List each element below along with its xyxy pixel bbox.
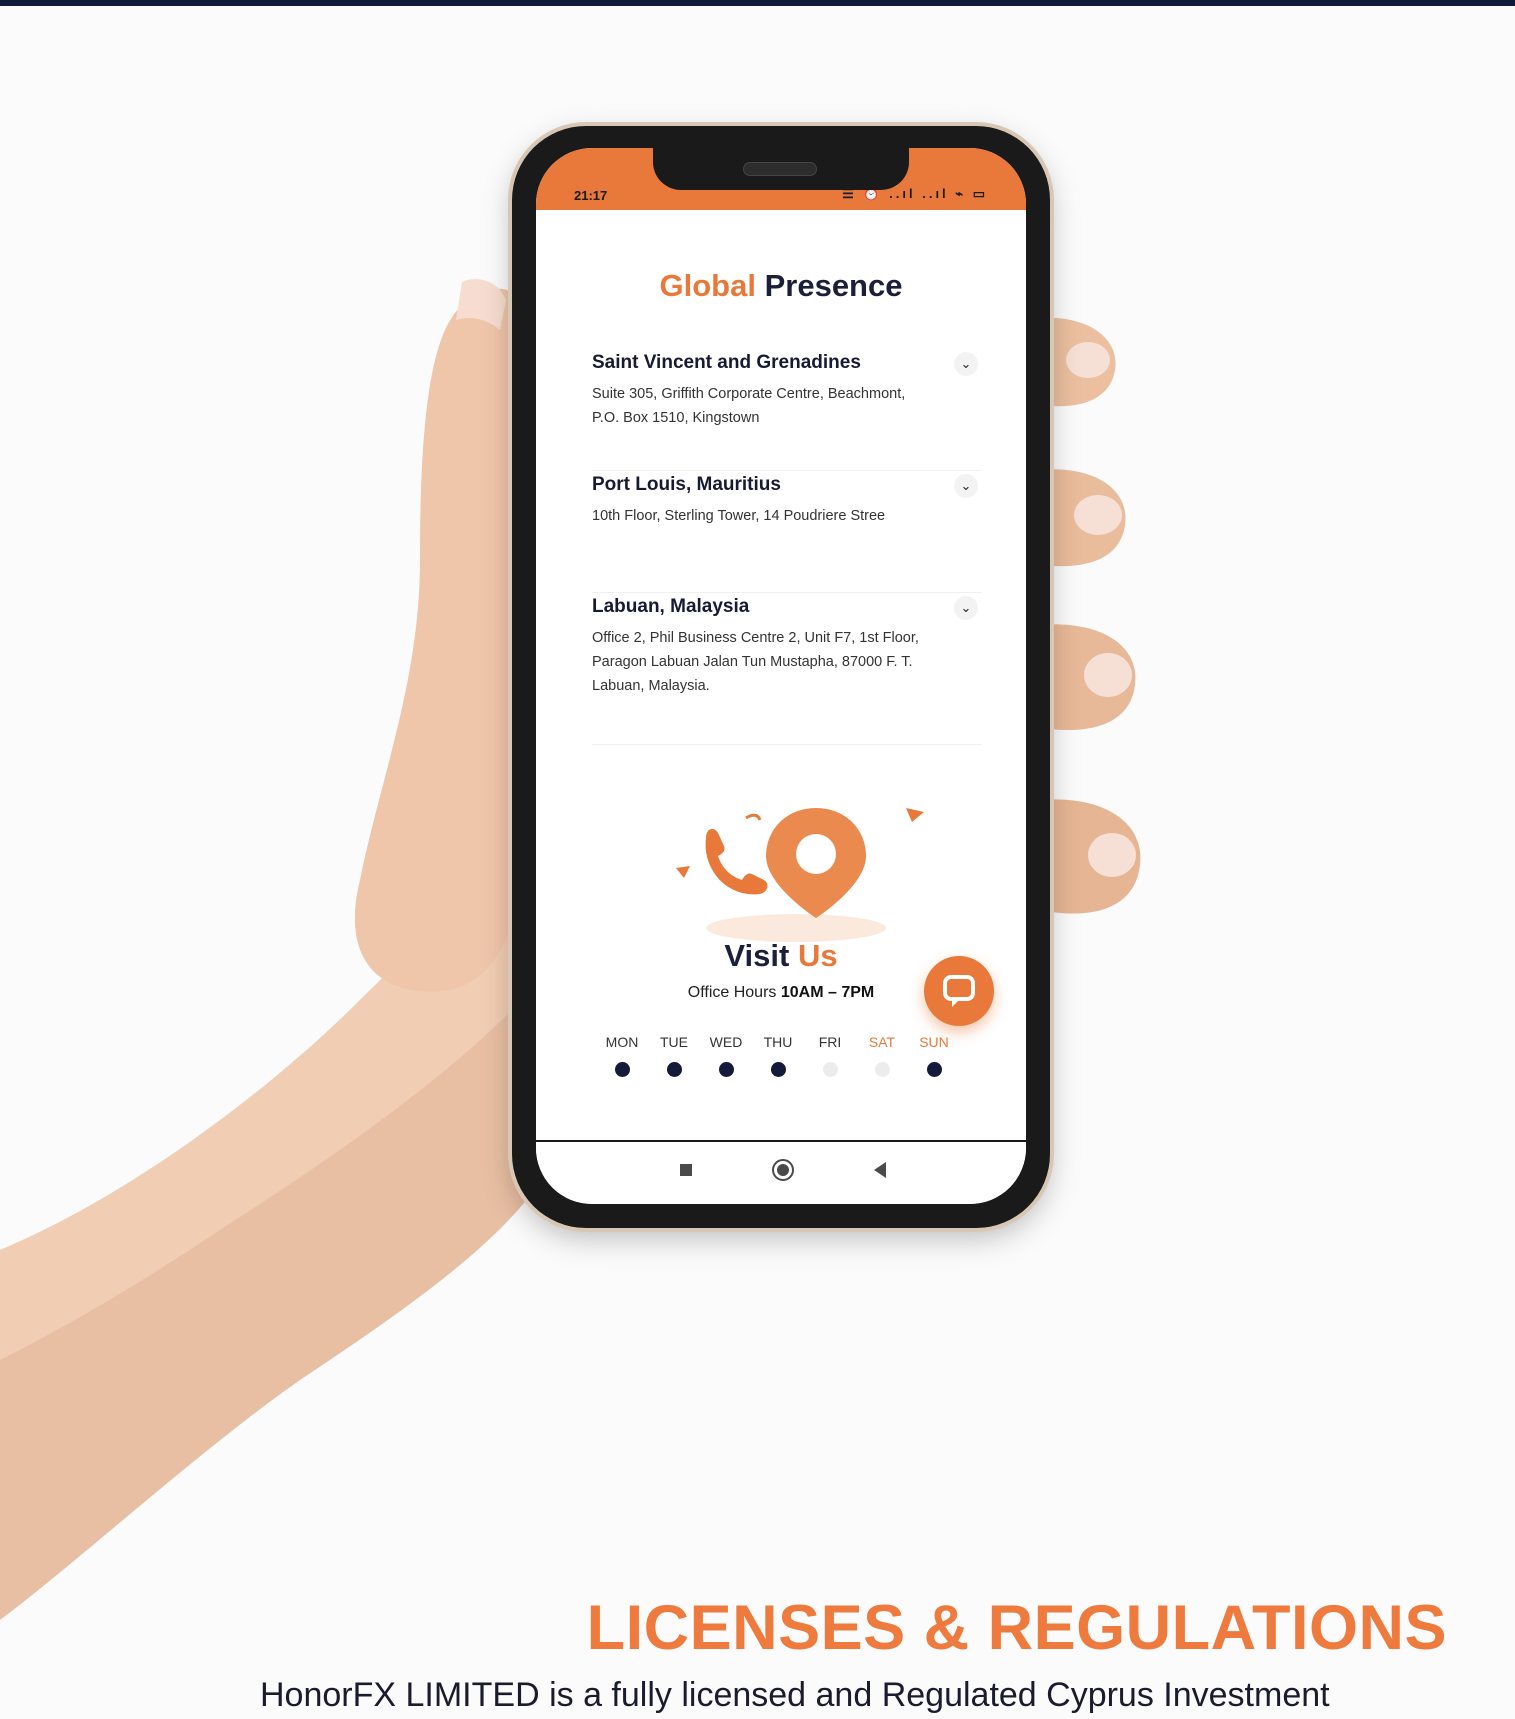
chat-button[interactable] — [924, 956, 994, 1026]
day-open-dot — [718, 1062, 734, 1077]
day-open-dot — [926, 1062, 942, 1077]
day-open-dot — [666, 1062, 682, 1077]
global-presence-title: Global Presence — [536, 268, 1026, 304]
title-rest: Presence — [764, 268, 903, 303]
office-address: Suite 305, Griffith Corporate Centre, Be… — [592, 386, 906, 426]
day-wed: WED — [700, 1034, 752, 1077]
phone-screen: 21:17 ☰ ⏰ ..ıl ..ıl ⌁ ▭ Global Presence … — [536, 148, 1026, 1204]
day-open-dot — [770, 1062, 786, 1077]
visit-title-accent: Us — [797, 938, 838, 973]
office-address: 10th Floor, Sterling Tower, 14 Poudriere… — [592, 508, 886, 524]
day-tue: TUE — [648, 1034, 700, 1077]
recent-apps-icon[interactable] — [680, 1164, 692, 1176]
title-accent: Global — [659, 268, 756, 303]
office-item-saint-vincent[interactable]: Saint Vincent and Grenadines Suite 305, … — [592, 352, 982, 471]
day-sat: SAT — [856, 1034, 908, 1077]
day-thu: THU — [752, 1034, 804, 1077]
office-name: Labuan, Malaysia — [592, 596, 750, 617]
weekday-schedule: MON TUE WED THU FRI SAT SUN — [596, 1034, 976, 1094]
day-closed-dot — [822, 1062, 838, 1077]
android-nav-bar — [536, 1140, 1026, 1204]
visit-title-main: Visit — [724, 938, 790, 973]
day-label: FRI — [818, 1034, 842, 1050]
status-time: 21:17 — [574, 188, 608, 203]
contact-location-illustration — [676, 808, 924, 942]
chevron-down-icon[interactable]: ⌄ — [954, 474, 978, 498]
licenses-title: LICENSES & REGULATIONS — [586, 1593, 1447, 1663]
office-item-labuan[interactable]: Labuan, Malaysia Office 2, Phil Business… — [592, 596, 982, 745]
speaker-grille — [743, 162, 817, 176]
day-label: SUN — [919, 1034, 949, 1050]
hours-value: 10AM – 7PM — [780, 984, 875, 1001]
licenses-text: HonorFX LIMITED is a fully licensed and … — [260, 1676, 1330, 1714]
day-closed-dot — [874, 1062, 890, 1077]
day-mon: MON — [596, 1034, 648, 1077]
day-sun: SUN — [908, 1034, 960, 1077]
day-label: MON — [605, 1034, 639, 1050]
phone-device: 21:17 ☰ ⏰ ..ıl ..ıl ⌁ ▭ Global Presence … — [512, 126, 1050, 1228]
day-label: SAT — [868, 1034, 896, 1050]
chevron-down-icon[interactable]: ⌄ — [954, 352, 978, 376]
day-fri: FRI — [804, 1034, 856, 1077]
back-icon[interactable] — [874, 1162, 886, 1178]
office-address: Office 2, Phil Business Centre 2, Unit F… — [592, 630, 919, 694]
home-icon[interactable] — [772, 1159, 794, 1181]
day-label: WED — [709, 1034, 743, 1050]
office-name: Saint Vincent and Grenadines — [592, 352, 861, 373]
office-name: Port Louis, Mauritius — [592, 474, 781, 495]
hours-prefix: Office Hours — [687, 984, 777, 1001]
office-item-port-louis[interactable]: Port Louis, Mauritius 10th Floor, Sterli… — [592, 474, 982, 593]
day-label: THU — [763, 1034, 793, 1050]
day-open-dot — [614, 1062, 630, 1077]
phone-notch — [653, 148, 909, 190]
day-label: TUE — [660, 1034, 688, 1050]
chat-bubble-icon — [943, 975, 975, 1007]
chevron-down-icon[interactable]: ⌄ — [954, 596, 978, 620]
